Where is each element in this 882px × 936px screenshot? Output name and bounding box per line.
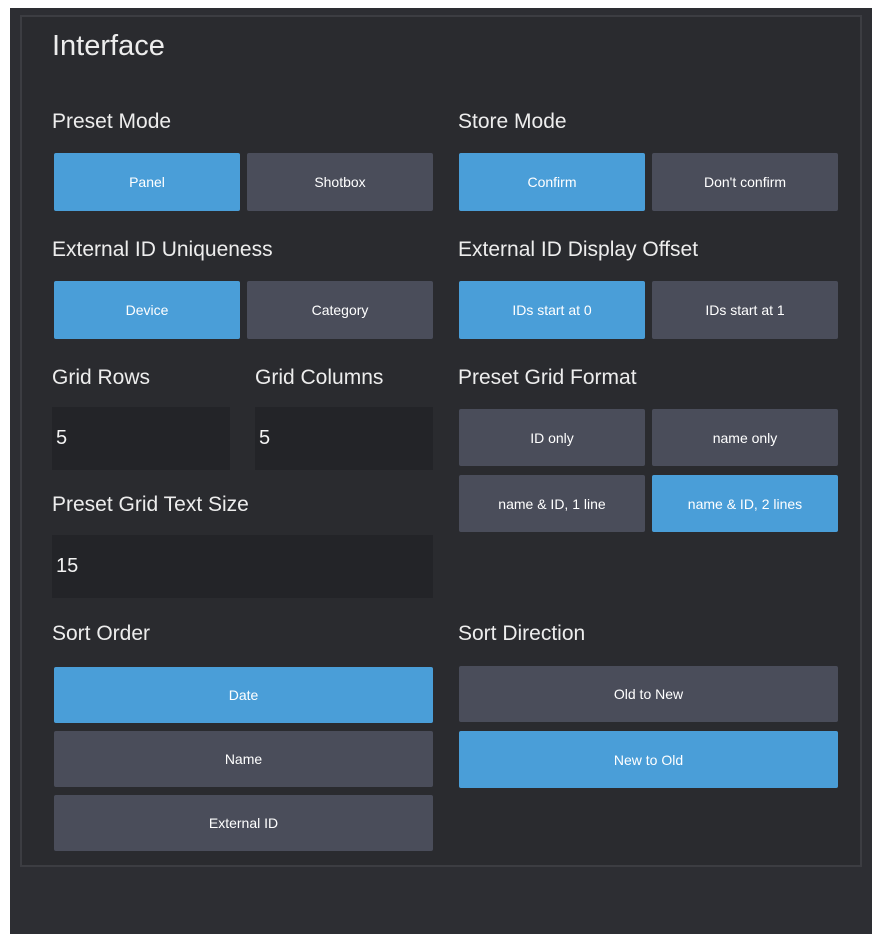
grid-rows-label: Grid Rows bbox=[52, 366, 151, 389]
page-title: Interface bbox=[52, 30, 165, 62]
offset-start-0-button[interactable]: IDs start at 0 bbox=[459, 281, 645, 339]
uniqueness-category-button[interactable]: Category bbox=[247, 281, 433, 339]
grid-columns-input[interactable] bbox=[255, 407, 433, 470]
grid-columns-label: Grid Columns bbox=[255, 366, 384, 389]
preset-mode-panel-button[interactable]: Panel bbox=[54, 153, 240, 211]
grid-format-name-only-button[interactable]: name only bbox=[652, 409, 838, 466]
preset-mode-shotbox-button[interactable]: Shotbox bbox=[247, 153, 433, 211]
sort-order-label: Sort Order bbox=[52, 622, 151, 645]
grid-format-name-id-1-line-button[interactable]: name & ID, 1 line bbox=[459, 475, 645, 532]
grid-format-id-only-button[interactable]: ID only bbox=[459, 409, 645, 466]
preset-grid-text-size-input[interactable] bbox=[52, 535, 433, 598]
sort-direction-new-to-old-button[interactable]: New to Old bbox=[459, 731, 838, 788]
grid-rows-input[interactable] bbox=[52, 407, 230, 470]
uniqueness-device-button[interactable]: Device bbox=[54, 281, 240, 339]
sort-order-date-button[interactable]: Date bbox=[54, 667, 433, 723]
external-id-display-offset-label: External ID Display Offset bbox=[458, 238, 699, 261]
preset-mode-label: Preset Mode bbox=[52, 110, 172, 133]
external-id-uniqueness-label: External ID Uniqueness bbox=[52, 238, 273, 261]
sort-direction-old-to-new-button[interactable]: Old to New bbox=[459, 666, 838, 722]
sort-order-name-button[interactable]: Name bbox=[54, 731, 433, 787]
preset-grid-format-label: Preset Grid Format bbox=[458, 366, 637, 389]
store-mode-dont-confirm-button[interactable]: Don't confirm bbox=[652, 153, 838, 211]
offset-start-1-button[interactable]: IDs start at 1 bbox=[652, 281, 838, 339]
grid-format-name-id-2-lines-button[interactable]: name & ID, 2 lines bbox=[652, 475, 838, 532]
store-mode-confirm-button[interactable]: Confirm bbox=[459, 153, 645, 211]
preset-grid-text-size-label: Preset Grid Text Size bbox=[52, 493, 249, 516]
sort-order-external-id-button[interactable]: External ID bbox=[54, 795, 433, 851]
sort-direction-label: Sort Direction bbox=[458, 622, 586, 645]
store-mode-label: Store Mode bbox=[458, 110, 567, 133]
